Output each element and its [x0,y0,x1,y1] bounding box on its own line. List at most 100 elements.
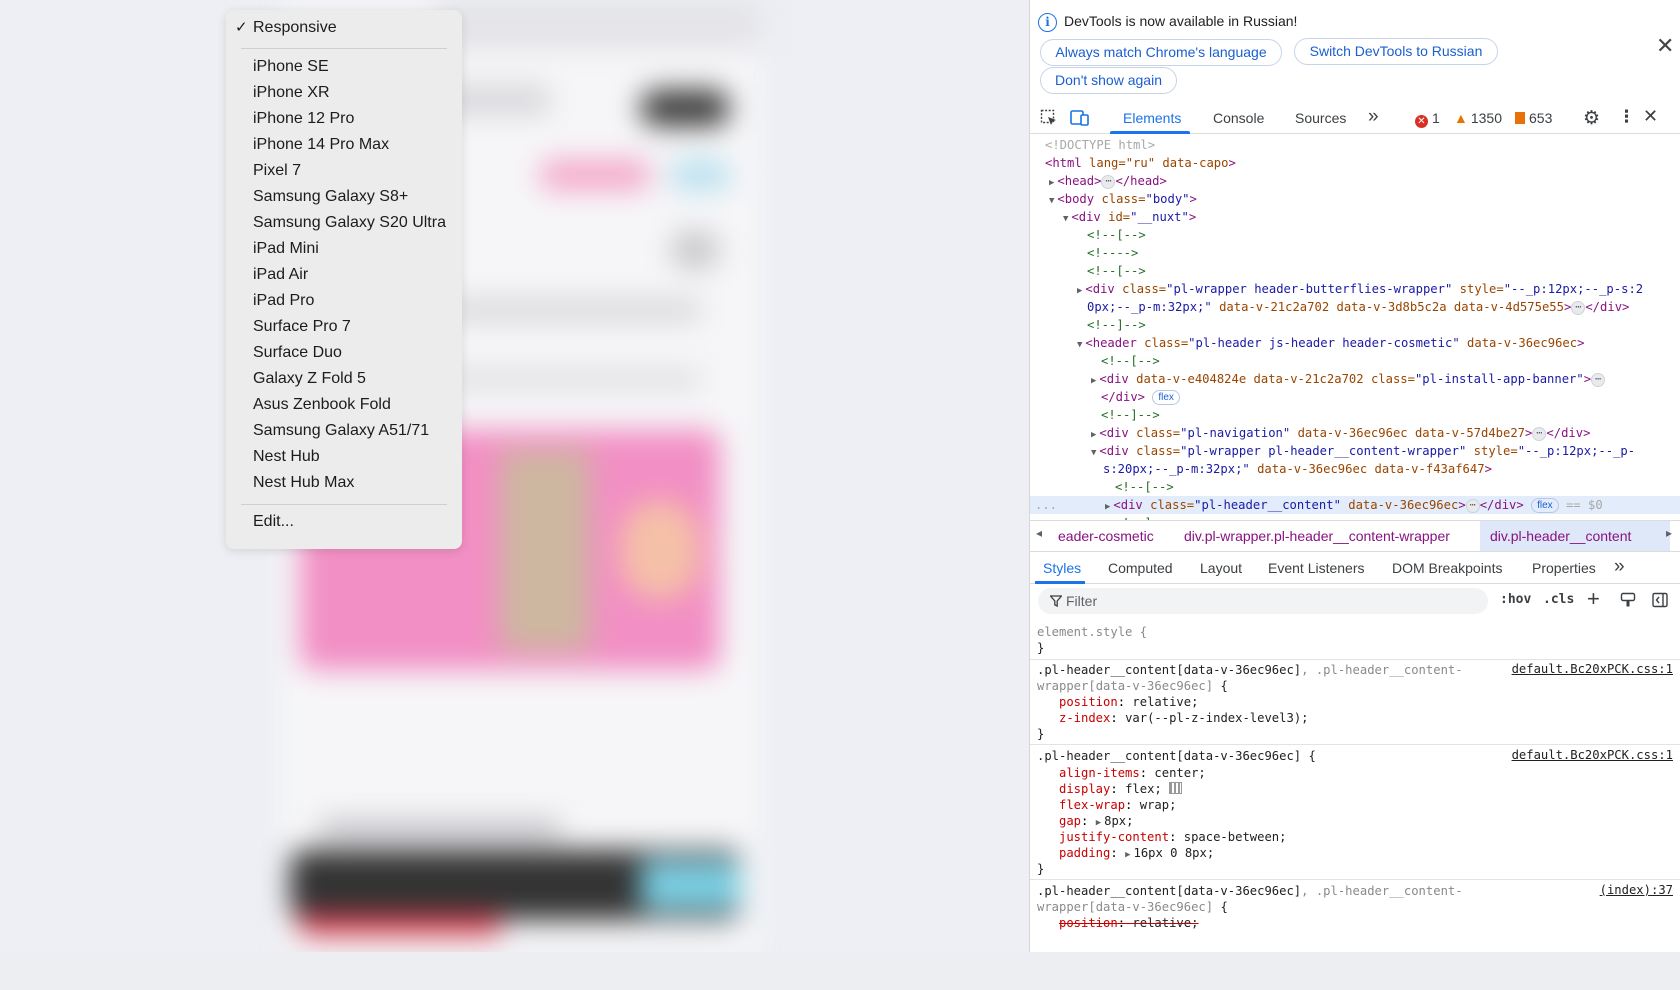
issue-count-badge[interactable]: 653 [1515,110,1552,126]
menu-item-device[interactable]: Surface Pro 7 [226,315,462,339]
style-property[interactable]: padding: ▶ 16px 0 8px; [1059,845,1214,861]
toggle-sidebar-icon[interactable] [1652,592,1668,613]
menu-item-device[interactable]: Asus Zenbook Fold [226,393,462,417]
breadcrumb-item[interactable]: eader-cosmetic [1058,528,1154,544]
style-property[interactable]: gap: ▶ 8px; [1059,813,1133,829]
menu-item-device[interactable]: iPad Air [226,263,462,287]
style-property[interactable]: justify-content: space-between; [1059,829,1286,845]
tab-properties[interactable]: Properties [1532,560,1596,576]
tab-event-listeners[interactable]: Event Listeners [1268,560,1365,576]
always-match-language-button[interactable]: Always match Chrome's language [1040,39,1282,66]
rule-selector-cont: wrapper[data-v-36ec96ec] { [1037,679,1228,693]
tab-layout[interactable]: Layout [1200,560,1242,576]
dom-line-comment[interactable]: <!--[--> [1030,478,1174,496]
dom-line-comment[interactable]: <!--]--> [1030,316,1146,334]
more-tabs-icon[interactable]: » [1368,106,1379,128]
tab-elements[interactable]: Elements [1123,110,1181,126]
style-property[interactable]: position: relative; [1059,694,1198,710]
tab-dom-breakpoints[interactable]: DOM Breakpoints [1392,560,1502,576]
dom-line-navigation[interactable]: ▶ <div class="pl-navigation" data-v-36ec9… [1030,424,1590,442]
menu-item-device[interactable]: Samsung Galaxy S20 Ultra [226,211,462,235]
breadcrumb-scroll-left-icon[interactable]: ◂ [1036,526,1042,540]
cls-toggle[interactable]: .cls [1543,592,1574,607]
dom-line-comment[interactable]: <!----> [1030,244,1138,262]
dom-line-comment[interactable]: <!--]--> [1030,406,1160,424]
tab-console[interactable]: Console [1213,110,1264,126]
menu-item-device[interactable]: Pixel 7 [226,159,462,183]
menu-item-device[interactable]: Samsung Galaxy S8+ [226,185,462,209]
dom-line-content-wrapper[interactable]: ▼ <div class="pl-wrapper pl-header__conte… [1030,442,1635,460]
dom-line-html[interactable]: <html lang="ru" data-capo> [1030,154,1236,172]
warning-count-badge[interactable]: ▲ 1350 [1454,110,1502,126]
style-property[interactable]: flex-wrap: wrap; [1059,797,1176,813]
dom-line-wrapper[interactable]: ▶ <div class="pl-wrapper header-butterfli… [1030,280,1643,298]
breadcrumb-item-selected[interactable]: div.pl-header__content [1490,528,1631,544]
menu-item-device[interactable]: iPhone 14 Pro Max [226,133,462,157]
menu-item-device[interactable]: Galaxy Z Fold 5 [226,367,462,391]
breadcrumb-scroll-right-icon[interactable]: ▸ [1666,526,1672,540]
close-icon[interactable]: ✕ [1656,35,1674,57]
hov-toggle[interactable]: :hov [1500,592,1531,607]
dom-line-doctype[interactable]: <!DOCTYPE html> [1030,136,1155,154]
menu-item-device[interactable]: iPhone SE [226,55,462,79]
dom-line-wrapper-cont[interactable]: 0px;--_p-m:32px;" data-v-21c2a702 data-v… [1030,298,1629,316]
dom-line-comment[interactable]: <!--[--> [1030,352,1160,370]
gear-icon[interactable]: ⚙ [1583,107,1600,130]
dom-line-content-wrapper-cont[interactable]: s:20px;--_p-m:32px;" data-v-36ec96ec dat… [1030,460,1492,478]
dom-line-body[interactable]: ▼ <body class="body"> [1030,190,1197,208]
styles-filter-input[interactable] [1066,592,1466,610]
dont-show-again-button[interactable]: Don't show again [1040,67,1177,94]
paint-brush-icon[interactable] [1620,592,1636,613]
device-viewport: ✓ Responsive iPhone SE iPhone XR iPhone … [0,0,1029,952]
tab-styles[interactable]: Styles [1043,560,1081,576]
style-property[interactable]: display: flex; [1059,781,1183,797]
rule-source-link[interactable]: default.Bc20xPCK.css:1 [1512,748,1673,762]
close-devtools-icon[interactable]: ✕ [1643,106,1658,127]
inspect-element-icon[interactable] [1040,109,1058,132]
dom-line-banner[interactable]: ▶ <div data-v-e404824e data-v-21c2a702 cl… [1030,370,1606,388]
rule-selector[interactable]: .pl-header__content[data-v-36ec96ec], .p… [1037,883,1463,899]
tab-sources[interactable]: Sources [1295,110,1346,126]
element-style-rule[interactable]: element.style { [1037,624,1147,640]
error-count: 1 [1432,110,1440,126]
menu-item-responsive[interactable]: ✓ Responsive [226,16,462,40]
dom-line-selected[interactable]: ... ▶ <div class="pl-header__content" data… [1030,496,1680,514]
menu-item-device[interactable]: Samsung Galaxy A51/71 [226,419,462,443]
menu-item-device[interactable]: iPad Pro [226,289,462,313]
dom-line-banner-close[interactable]: </div> flex [1030,388,1180,406]
more-subtabs-icon[interactable]: » [1614,556,1625,578]
menu-item-device[interactable]: iPad Mini [226,237,462,261]
rule-separator [1030,744,1680,745]
style-property-overridden[interactable]: position: relative; [1059,915,1198,931]
rule-source-link[interactable]: (index):37 [1600,883,1673,897]
switch-to-russian-button[interactable]: Switch DevTools to Russian [1294,38,1498,65]
menu-item-device[interactable]: Surface Duo [226,341,462,365]
rule-source-link[interactable]: default.Bc20xPCK.css:1 [1512,662,1673,676]
ellipsis-badge: ⋯ [1101,175,1116,189]
dom-line-header[interactable]: ▼ <header class="pl-header js-header head… [1030,334,1584,352]
menu-item-device[interactable]: iPhone 12 Pro [226,107,462,131]
tab-computed[interactable]: Computed [1108,560,1173,576]
expand-triangle-icon: ▶ [1125,850,1131,860]
rule-selector[interactable]: .pl-header__content[data-v-36ec96ec] { [1037,748,1316,764]
error-icon: ✕ [1415,115,1428,128]
menu-item-device[interactable]: Nest Hub Max [226,471,462,495]
dom-line-comment[interactable]: <!--[--> [1030,226,1146,244]
dom-line-nuxt[interactable]: ▼ <div id="__nuxt"> [1030,208,1196,226]
menu-item-device[interactable]: Nest Hub [226,445,462,469]
dom-line-comment[interactable]: <!--[--> [1030,262,1146,280]
device-toolbar-icon[interactable] [1070,109,1090,132]
flexbox-editor-icon[interactable] [1169,782,1183,794]
new-style-rule-icon[interactable]: + [1587,586,1600,612]
breadcrumb-item[interactable]: div.pl-wrapper.pl-header__content-wrappe… [1184,528,1450,544]
dom-line-head[interactable]: ▶ <head> ⋯ </head> [1030,172,1167,190]
menu-item-edit[interactable]: Edit... [226,510,462,534]
error-count-badge[interactable]: ✕ 1 [1415,110,1440,128]
menu-item-device[interactable]: iPhone XR [226,81,462,105]
rule-selector[interactable]: .pl-header__content[data-v-36ec96ec], .p… [1037,662,1463,678]
rule-close-brace: } [1037,641,1045,655]
styles-pane: element.style { } .pl-header__content[da… [1030,618,1680,952]
kebab-menu-icon[interactable]: ⋮ [1618,107,1635,127]
style-property[interactable]: z-index: var(--pl-z-index-level3); [1059,710,1309,726]
style-property[interactable]: align-items: center; [1059,765,1206,781]
